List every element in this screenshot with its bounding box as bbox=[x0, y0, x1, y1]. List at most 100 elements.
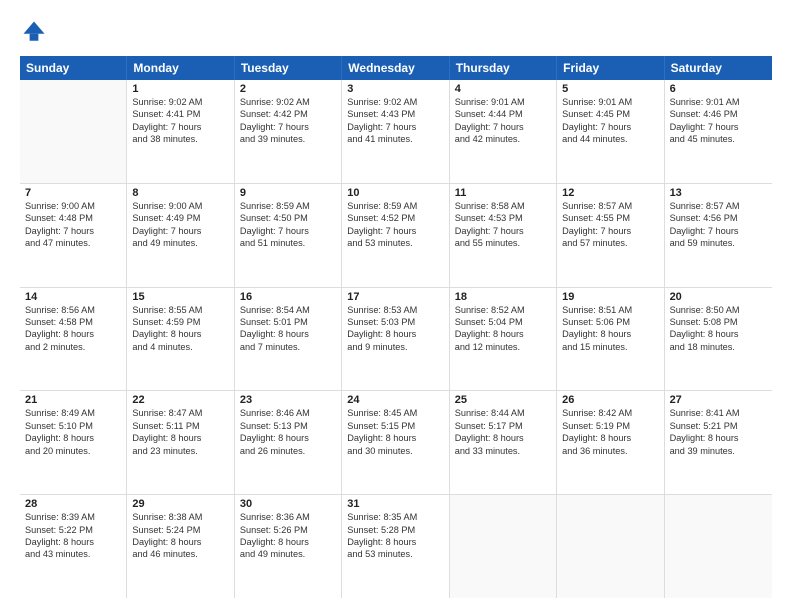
cell-line: Daylight: 7 hours bbox=[455, 121, 551, 133]
cell-line: Sunset: 5:13 PM bbox=[240, 420, 336, 432]
cell-line: Sunset: 5:24 PM bbox=[132, 524, 228, 536]
cell-line: and 55 minutes. bbox=[455, 237, 551, 249]
day-header-sunday: Sunday bbox=[20, 56, 127, 80]
cell-line: Sunrise: 8:51 AM bbox=[562, 304, 658, 316]
calendar-cell-w1d6: 5Sunrise: 9:01 AMSunset: 4:45 PMDaylight… bbox=[557, 80, 664, 183]
cell-line: and 36 minutes. bbox=[562, 445, 658, 457]
cell-line: Daylight: 7 hours bbox=[347, 121, 443, 133]
cell-line: Sunset: 5:10 PM bbox=[25, 420, 121, 432]
cell-line: Sunrise: 8:41 AM bbox=[670, 407, 767, 419]
cell-line: Sunrise: 8:50 AM bbox=[670, 304, 767, 316]
cell-line: Sunrise: 8:47 AM bbox=[132, 407, 228, 419]
cell-line: Sunrise: 8:59 AM bbox=[347, 200, 443, 212]
cell-line: and 39 minutes. bbox=[240, 133, 336, 145]
cell-line: Sunset: 4:52 PM bbox=[347, 212, 443, 224]
calendar-week-5: 28Sunrise: 8:39 AMSunset: 5:22 PMDayligh… bbox=[20, 495, 772, 598]
cell-line: Sunrise: 8:42 AM bbox=[562, 407, 658, 419]
cell-line: Sunset: 4:55 PM bbox=[562, 212, 658, 224]
day-number: 12 bbox=[562, 187, 658, 199]
day-number: 10 bbox=[347, 187, 443, 199]
day-header-monday: Monday bbox=[127, 56, 234, 80]
day-number: 21 bbox=[25, 394, 121, 406]
day-number: 28 bbox=[25, 498, 121, 510]
cell-line: Daylight: 8 hours bbox=[347, 536, 443, 548]
day-number: 20 bbox=[670, 291, 767, 303]
calendar-cell-w1d4: 3Sunrise: 9:02 AMSunset: 4:43 PMDaylight… bbox=[342, 80, 449, 183]
cell-line: and 9 minutes. bbox=[347, 341, 443, 353]
cell-line: Sunrise: 8:56 AM bbox=[25, 304, 121, 316]
calendar-header: SundayMondayTuesdayWednesdayThursdayFrid… bbox=[20, 56, 772, 80]
calendar-cell-w3d5: 18Sunrise: 8:52 AMSunset: 5:04 PMDayligh… bbox=[450, 288, 557, 391]
cell-line: Sunset: 4:44 PM bbox=[455, 108, 551, 120]
cell-line: Sunrise: 9:01 AM bbox=[455, 96, 551, 108]
cell-line: and 7 minutes. bbox=[240, 341, 336, 353]
cell-line: Daylight: 7 hours bbox=[240, 121, 336, 133]
cell-line: Sunset: 4:59 PM bbox=[132, 316, 228, 328]
day-number: 31 bbox=[347, 498, 443, 510]
cell-line: and 38 minutes. bbox=[132, 133, 228, 145]
cell-line: Sunset: 5:22 PM bbox=[25, 524, 121, 536]
day-number: 27 bbox=[670, 394, 767, 406]
cell-line: Daylight: 8 hours bbox=[670, 432, 767, 444]
cell-line: Sunset: 5:04 PM bbox=[455, 316, 551, 328]
cell-line: and 45 minutes. bbox=[670, 133, 767, 145]
cell-line: and 47 minutes. bbox=[25, 237, 121, 249]
calendar-cell-w3d3: 16Sunrise: 8:54 AMSunset: 5:01 PMDayligh… bbox=[235, 288, 342, 391]
day-header-tuesday: Tuesday bbox=[235, 56, 342, 80]
calendar-cell-w1d2: 1Sunrise: 9:02 AMSunset: 4:41 PMDaylight… bbox=[127, 80, 234, 183]
day-number: 5 bbox=[562, 83, 658, 95]
cell-line: Daylight: 7 hours bbox=[132, 225, 228, 237]
cell-line: Sunrise: 9:00 AM bbox=[132, 200, 228, 212]
cell-line: and 41 minutes. bbox=[347, 133, 443, 145]
cell-line: Daylight: 8 hours bbox=[25, 432, 121, 444]
cell-line: Daylight: 7 hours bbox=[670, 121, 767, 133]
day-number: 13 bbox=[670, 187, 767, 199]
cell-line: Sunrise: 8:35 AM bbox=[347, 511, 443, 523]
cell-line: and 49 minutes. bbox=[132, 237, 228, 249]
cell-line: and 4 minutes. bbox=[132, 341, 228, 353]
cell-line: and 43 minutes. bbox=[25, 548, 121, 560]
cell-line: and 46 minutes. bbox=[132, 548, 228, 560]
cell-line: Sunset: 4:48 PM bbox=[25, 212, 121, 224]
day-number: 22 bbox=[132, 394, 228, 406]
cell-line: Sunset: 5:17 PM bbox=[455, 420, 551, 432]
day-number: 3 bbox=[347, 83, 443, 95]
cell-line: Daylight: 7 hours bbox=[562, 225, 658, 237]
cell-line: Daylight: 8 hours bbox=[562, 328, 658, 340]
cell-line: Sunset: 4:45 PM bbox=[562, 108, 658, 120]
cell-line: Daylight: 8 hours bbox=[562, 432, 658, 444]
day-number: 29 bbox=[132, 498, 228, 510]
cell-line: Sunset: 5:15 PM bbox=[347, 420, 443, 432]
day-number: 9 bbox=[240, 187, 336, 199]
cell-line: Sunset: 4:53 PM bbox=[455, 212, 551, 224]
cell-line: Sunset: 4:50 PM bbox=[240, 212, 336, 224]
calendar-cell-w5d4: 31Sunrise: 8:35 AMSunset: 5:28 PMDayligh… bbox=[342, 495, 449, 598]
cell-line: Sunset: 4:49 PM bbox=[132, 212, 228, 224]
calendar-cell-w1d5: 4Sunrise: 9:01 AMSunset: 4:44 PMDaylight… bbox=[450, 80, 557, 183]
cell-line: Sunset: 5:28 PM bbox=[347, 524, 443, 536]
cell-line: Daylight: 8 hours bbox=[132, 432, 228, 444]
day-number: 11 bbox=[455, 187, 551, 199]
cell-line: Daylight: 7 hours bbox=[455, 225, 551, 237]
day-number: 25 bbox=[455, 394, 551, 406]
cell-line: Sunrise: 8:53 AM bbox=[347, 304, 443, 316]
cell-line: and 2 minutes. bbox=[25, 341, 121, 353]
day-number: 17 bbox=[347, 291, 443, 303]
cell-line: Daylight: 7 hours bbox=[25, 225, 121, 237]
cell-line: Sunset: 5:03 PM bbox=[347, 316, 443, 328]
cell-line: Sunset: 4:58 PM bbox=[25, 316, 121, 328]
cell-line: and 33 minutes. bbox=[455, 445, 551, 457]
day-number: 16 bbox=[240, 291, 336, 303]
cell-line: Sunrise: 9:02 AM bbox=[240, 96, 336, 108]
cell-line: Sunset: 5:21 PM bbox=[670, 420, 767, 432]
day-number: 4 bbox=[455, 83, 551, 95]
calendar-cell-w2d5: 11Sunrise: 8:58 AMSunset: 4:53 PMDayligh… bbox=[450, 184, 557, 287]
cell-line: Daylight: 7 hours bbox=[347, 225, 443, 237]
cell-line: Daylight: 8 hours bbox=[25, 328, 121, 340]
logo-icon bbox=[20, 18, 48, 46]
calendar-cell-w2d1: 7Sunrise: 9:00 AMSunset: 4:48 PMDaylight… bbox=[20, 184, 127, 287]
day-number: 1 bbox=[132, 83, 228, 95]
cell-line: and 51 minutes. bbox=[240, 237, 336, 249]
cell-line: Daylight: 8 hours bbox=[240, 536, 336, 548]
cell-line: Sunrise: 9:02 AM bbox=[347, 96, 443, 108]
